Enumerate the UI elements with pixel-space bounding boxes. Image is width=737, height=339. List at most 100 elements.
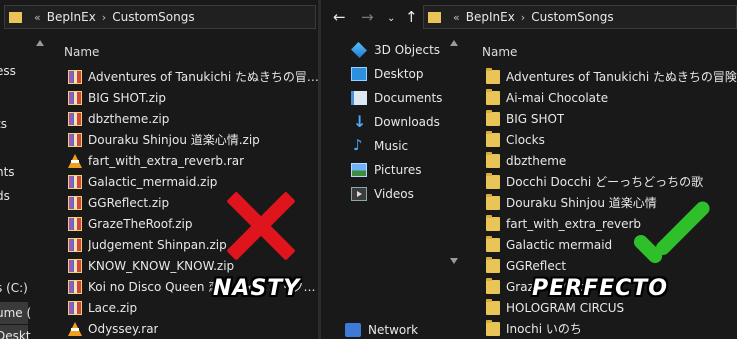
breadcrumb-item[interactable]: BepInEx	[47, 10, 96, 24]
recent-locations-button[interactable]: ⌄	[387, 10, 395, 28]
zip-archive-icon	[68, 216, 82, 231]
column-header-name[interactable]: Name	[58, 38, 320, 66]
nav-item-label: ds	[0, 189, 10, 203]
column-header-name[interactable]: Name	[476, 38, 737, 66]
zip-archive-icon	[68, 132, 82, 147]
folder-icon	[486, 130, 500, 147]
folder-name: GGReflect	[506, 258, 567, 273]
network-icon	[345, 323, 361, 337]
file-name: Lace.zip	[88, 300, 138, 315]
folder-icon	[486, 214, 500, 231]
breadcrumb-item[interactable]: CustomSongs	[112, 10, 194, 24]
address-bar[interactable]: « BepInEx › CustomSongs	[423, 5, 737, 29]
folder-name: HOLOGRAM CIRCUS	[506, 300, 625, 315]
folder-row[interactable]: Docchi Docchi どーっちどっちの歌	[476, 171, 737, 192]
file-row[interactable]: Odyssey.rar	[58, 318, 320, 339]
up-button[interactable]: ↑	[405, 8, 418, 26]
file-name: GrazeTheRoof.zip	[88, 216, 193, 231]
file-name: Judgement Shinpan.zip	[88, 237, 227, 252]
folder-row[interactable]: Inochi いのち	[476, 318, 737, 339]
file-row[interactable]: fart_with_extra_reverb.rar	[58, 150, 320, 171]
rar-archive-icon	[68, 321, 82, 336]
nav-item-pictures[interactable]: Pictures	[351, 159, 422, 181]
nav-item-3d-objects[interactable]: 3D Objects	[351, 39, 440, 61]
folder-row[interactable]: BIG SHOT	[476, 108, 737, 129]
nav-item[interactable]: ts	[0, 113, 7, 135]
nav-item-videos[interactable]: Videos	[351, 183, 414, 205]
breadcrumb-overflow-icon[interactable]: «	[34, 11, 41, 24]
file-name: dbztheme.zip	[88, 111, 170, 126]
file-row[interactable]: Douraku Shinjou 道楽心情.zip	[58, 129, 320, 150]
nav-item-label: Network	[368, 323, 419, 337]
nav-item-selected[interactable]: Deskt	[0, 325, 31, 339]
zip-archive-icon	[68, 195, 82, 210]
zip-archive-icon	[68, 111, 82, 126]
nav-item-label: ess	[0, 64, 16, 78]
forward-button[interactable]: →	[361, 8, 374, 26]
nav-item[interactable]: ds	[0, 185, 10, 207]
folder-row[interactable]: Ai-mai Chocolate	[476, 87, 737, 108]
folder-icon	[486, 172, 500, 189]
nav-item[interactable]: nts	[0, 161, 15, 183]
folder-icon	[486, 109, 500, 126]
scroll-up-icon[interactable]	[36, 40, 44, 46]
nav-item-label: nts	[0, 165, 15, 179]
folder-row[interactable]: dbztheme	[476, 150, 737, 171]
column-header-label: Name	[64, 45, 100, 59]
file-name: Odyssey.rar	[88, 321, 159, 336]
column-header-label: Name	[482, 45, 518, 59]
chevron-right-icon: ›	[520, 10, 526, 24]
folder-icon	[486, 88, 500, 105]
nav-item-downloads[interactable]: Downloads	[351, 111, 440, 133]
folder-row[interactable]: Clocks	[476, 129, 737, 150]
rar-archive-icon	[68, 153, 82, 168]
nav-item-music[interactable]: Music	[351, 135, 408, 157]
nav-scrollbar[interactable]	[34, 40, 46, 339]
back-button[interactable]: ←	[333, 8, 346, 26]
address-bar[interactable]: « BepInEx › CustomSongs	[4, 5, 316, 29]
zip-archive-icon	[68, 174, 82, 189]
file-row[interactable]: Galactic_mermaid.zip	[58, 171, 320, 192]
nav-scrollbar[interactable]	[448, 40, 460, 339]
folder-icon	[9, 11, 22, 23]
nav-item-documents[interactable]: Documents	[351, 87, 442, 109]
folder-icon	[486, 256, 500, 273]
file-name: KNOW_KNOW_KNOW.zip	[88, 258, 235, 273]
nav-item-selected[interactable]: ume (	[0, 302, 31, 324]
breadcrumb-overflow-icon[interactable]: «	[453, 11, 460, 24]
file-row[interactable]: BIG SHOT.zip	[58, 87, 320, 108]
breadcrumb-item[interactable]: BepInEx	[466, 10, 515, 24]
nav-item-label: 3D Objects	[374, 43, 441, 57]
folder-name: Adventures of Tanukichi たぬきちの冒険	[506, 70, 737, 84]
scroll-down-icon[interactable]	[450, 258, 458, 264]
nav-item-desktop[interactable]: Desktop	[351, 63, 424, 85]
file-name: BIG SHOT.zip	[88, 90, 166, 105]
breadcrumb-item[interactable]: CustomSongs	[531, 10, 613, 24]
file-name: Galactic_mermaid.zip	[88, 174, 218, 189]
file-name: GGReflect.zip	[88, 195, 170, 210]
navigation-pane: 3D Objects Desktop Documents Downloads M…	[321, 35, 459, 339]
desktop-icon	[351, 67, 367, 81]
file-row[interactable]: Adventures of Tanukichi たぬきちの冒険....	[58, 66, 320, 87]
file-name: Douraku Shinjou 道楽心情.zip	[88, 133, 260, 147]
download-icon	[351, 112, 367, 131]
scroll-up-icon[interactable]	[450, 40, 458, 46]
chevron-right-icon: ›	[101, 10, 107, 24]
folder-name: dbztheme	[506, 153, 567, 168]
folder-row[interactable]: GGReflect	[476, 255, 737, 276]
folder-name: Inochi いのち	[506, 322, 582, 336]
file-row[interactable]: dbztheme.zip	[58, 108, 320, 129]
nav-item-network[interactable]: Network	[345, 319, 418, 339]
nav-item-label: s (C:)	[0, 281, 28, 295]
folder-row[interactable]: Adventures of Tanukichi たぬきちの冒険	[476, 66, 737, 87]
folder-icon	[486, 277, 500, 294]
nav-item[interactable]: s (C:)	[0, 277, 28, 299]
zip-archive-icon	[68, 258, 82, 273]
zip-archive-icon	[68, 69, 82, 84]
folder-name: fart_with_extra_reverb	[506, 216, 642, 231]
green-checkmark	[631, 196, 714, 266]
nav-item[interactable]: ess	[0, 60, 16, 82]
video-icon	[351, 187, 367, 201]
good-caption: PERFECTO	[532, 276, 669, 301]
nav-item-label: Videos	[374, 187, 414, 201]
